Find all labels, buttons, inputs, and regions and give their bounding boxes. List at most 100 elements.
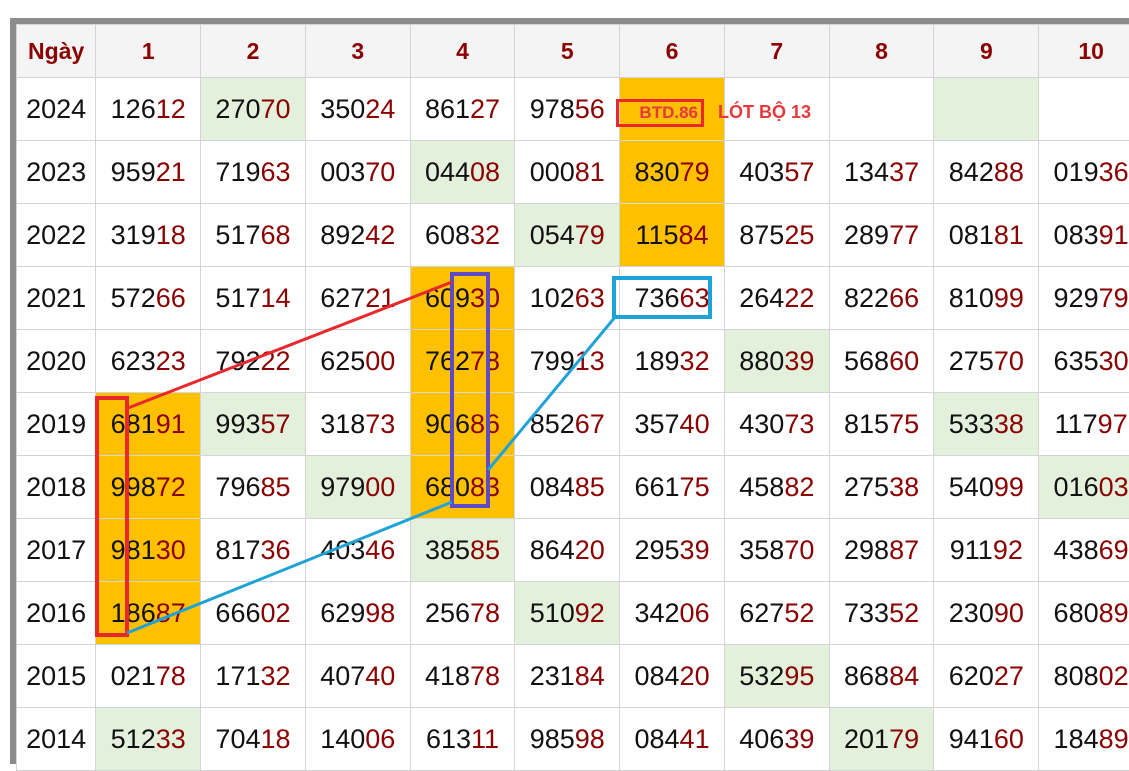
result-cell: 99872 <box>96 456 201 519</box>
number-head: 929 <box>1054 283 1099 313</box>
number-tail: 40 <box>365 661 395 691</box>
number-tail: 22 <box>784 283 814 313</box>
number-head: 016 <box>1054 472 1099 502</box>
number-tail: 86 <box>470 409 500 439</box>
result-cell: 81575 <box>829 393 934 456</box>
number-tail: 63 <box>260 157 290 187</box>
result-cell: 00370 <box>305 141 410 204</box>
table-row: 2016186876660262998256785109234206627527… <box>17 582 1129 645</box>
column-header: 3 <box>305 25 410 78</box>
number-head: 959 <box>111 157 156 187</box>
result-cell: 18932 <box>620 330 725 393</box>
result-cell: 62752 <box>724 582 829 645</box>
column-header: 5 <box>515 25 620 78</box>
result-cell: 11797 <box>1039 393 1129 456</box>
number-tail: 11 <box>471 724 499 754</box>
number-tail: 02 <box>1099 661 1129 691</box>
result-cell: 81736 <box>201 519 306 582</box>
number-tail: 13 <box>575 346 605 376</box>
result-cell: 62998 <box>305 582 410 645</box>
number-head: 342 <box>634 598 679 628</box>
result-cell: 68083 <box>410 456 515 519</box>
number-head: 517 <box>215 220 260 250</box>
number-head: 864 <box>530 535 575 565</box>
number-tail: 84 <box>679 220 709 250</box>
number-tail: 72 <box>156 472 186 502</box>
result-cell: 97900 <box>305 456 410 519</box>
result-cell: 86127 <box>410 78 515 141</box>
number-tail: 97 <box>1098 409 1128 439</box>
number-head: 117 <box>1055 409 1098 439</box>
number-tail: 30 <box>1099 346 1129 376</box>
number-tail: 39 <box>784 724 814 754</box>
result-cell: 88039 <box>724 330 829 393</box>
number-head: 998 <box>111 472 156 502</box>
result-cell: 10263 <box>515 267 620 330</box>
number-head: 044 <box>425 157 470 187</box>
number-head: 796 <box>215 472 260 502</box>
number-head: 264 <box>739 283 784 313</box>
year-cell: 2020 <box>17 330 96 393</box>
result-cell: 62721 <box>305 267 410 330</box>
result-cell: 53295 <box>724 645 829 708</box>
number-tail: 08 <box>470 157 500 187</box>
number-head: 512 <box>111 724 156 754</box>
number-head: 289 <box>844 220 889 250</box>
number-head: 458 <box>739 472 784 502</box>
result-cell: 66175 <box>620 456 725 519</box>
number-tail: 78 <box>470 598 500 628</box>
result-cell: 04408 <box>410 141 515 204</box>
result-cell: 31873 <box>305 393 410 456</box>
result-cell: 40740 <box>305 645 410 708</box>
result-cell: 92979 <box>1039 267 1129 330</box>
number-tail: 98 <box>365 598 395 628</box>
number-tail: 91 <box>1099 220 1129 250</box>
result-cell: 80802 <box>1039 645 1129 708</box>
number-head: 792 <box>215 346 260 376</box>
year-cell: 2016 <box>17 582 96 645</box>
number-tail: 75 <box>680 472 710 502</box>
result-cell: 27070 <box>201 78 306 141</box>
result-cell: 60930 <box>410 267 515 330</box>
result-cell: 79913 <box>515 330 620 393</box>
number-tail: 06 <box>680 598 710 628</box>
number-tail: 20 <box>680 661 710 691</box>
result-cell: 66602 <box>201 582 306 645</box>
number-tail: 79 <box>889 724 919 754</box>
result-cell: 23090 <box>934 582 1039 645</box>
number-head: 822 <box>844 283 889 313</box>
year-cell: 2021 <box>17 267 96 330</box>
result-cell: 01603 <box>1039 456 1129 519</box>
number-tail: 90 <box>994 598 1024 628</box>
number-tail: 32 <box>470 220 500 250</box>
number-tail: 79 <box>575 220 605 250</box>
result-cell: 51714 <box>201 267 306 330</box>
number-head: 003 <box>320 157 365 187</box>
number-tail: 39 <box>784 346 814 376</box>
number-tail: 06 <box>365 724 395 754</box>
number-tail: 60 <box>994 724 1024 754</box>
number-tail: 66 <box>156 283 186 313</box>
result-cell: 62500 <box>305 330 410 393</box>
result-cell: 11584 <box>620 204 725 267</box>
number-head: 719 <box>215 157 260 187</box>
table-row: 2021572665171462721609301026373663264228… <box>17 267 1129 330</box>
number-tail: 32 <box>260 661 290 691</box>
number-head: 993 <box>215 409 260 439</box>
number-tail: 73 <box>365 409 395 439</box>
result-cell <box>934 78 1039 141</box>
number-head: 115 <box>635 220 678 250</box>
result-cell: 51092 <box>515 582 620 645</box>
number-head: 510 <box>530 598 575 628</box>
number-tail: 25 <box>784 220 814 250</box>
number-tail: 89 <box>1099 598 1129 628</box>
result-cell: 85267 <box>515 393 620 456</box>
page-frame: Ngày 1 2 3 4 5 6 7 8 9 10 20241261227070… <box>0 0 1129 764</box>
number-tail: 38 <box>889 472 919 502</box>
number-head: 661 <box>634 472 679 502</box>
number-head: 941 <box>949 724 994 754</box>
result-cell: 27570 <box>934 330 1039 393</box>
number-head: 680 <box>1054 598 1099 628</box>
number-head: 808 <box>1054 661 1099 691</box>
number-tail: 52 <box>889 598 919 628</box>
